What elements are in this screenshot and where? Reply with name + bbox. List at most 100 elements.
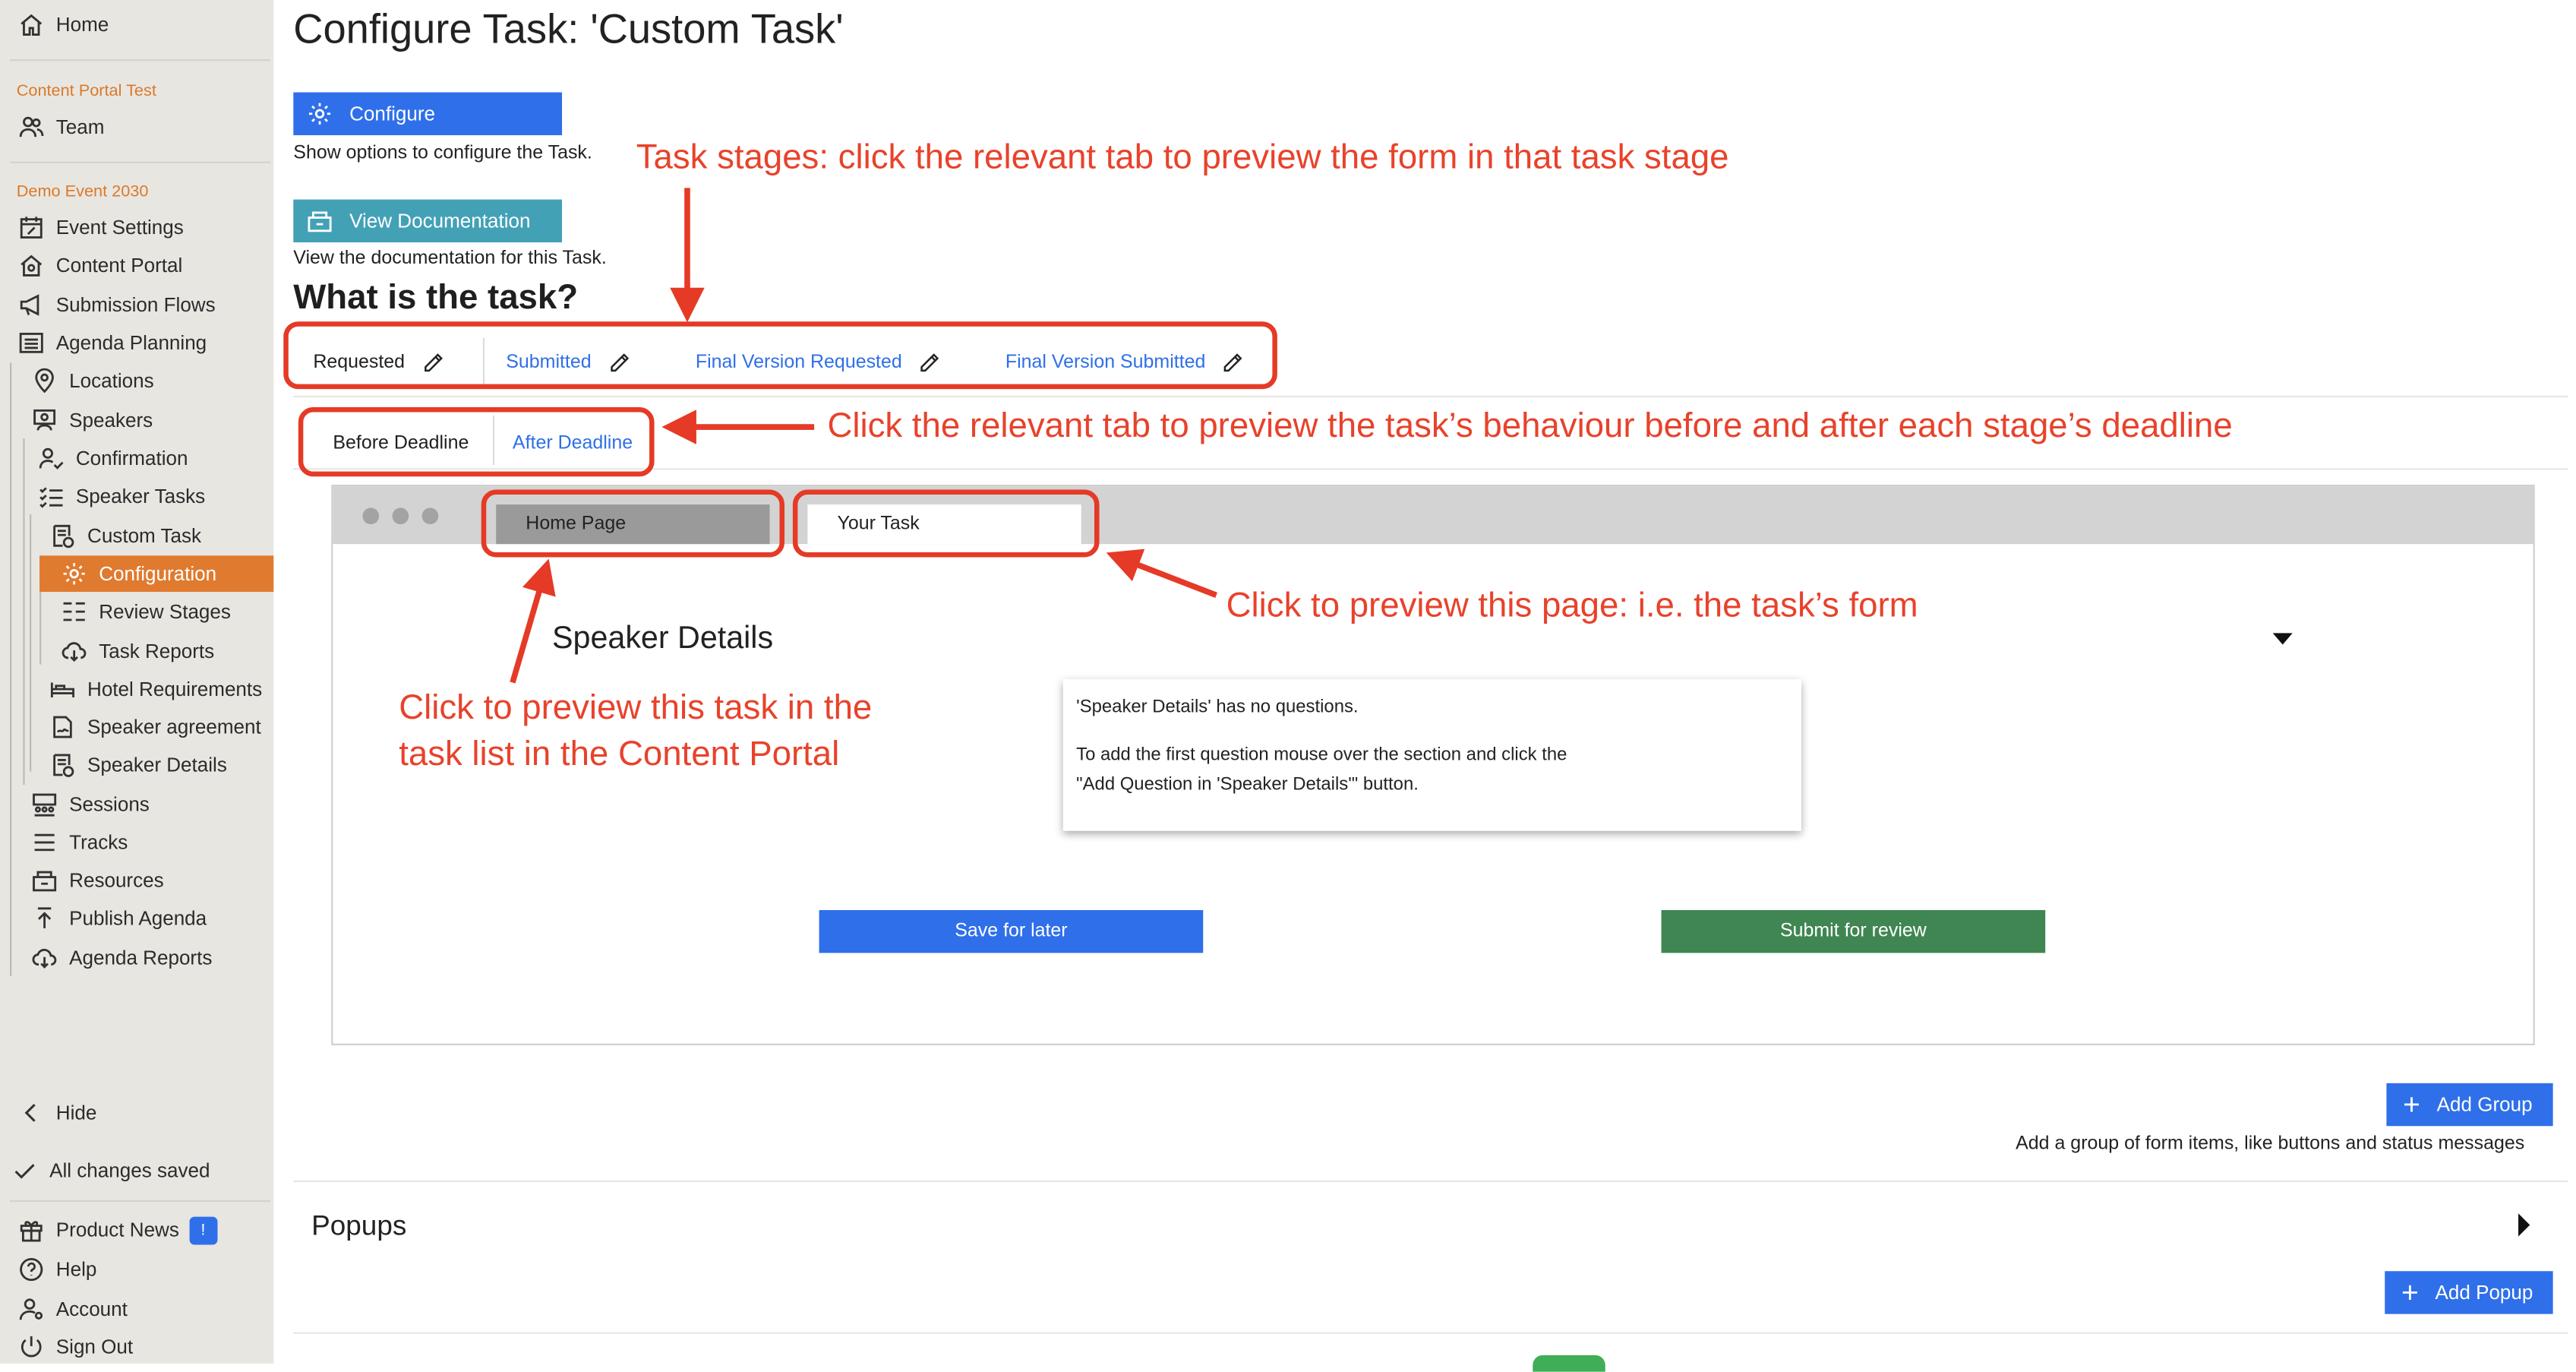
- tracks-icon: [30, 830, 59, 856]
- sidebar-item-configuration[interactable]: Configuration: [59, 558, 216, 590]
- calendar-edit-icon: [17, 214, 46, 241]
- sidebar-divider: [10, 59, 270, 62]
- collapse-caret-icon[interactable]: [2272, 633, 2293, 645]
- view-documentation-button[interactable]: View Documentation: [293, 199, 563, 243]
- annotation-box-your-task-tab: [792, 489, 1100, 558]
- speakers-icon: [30, 407, 59, 434]
- annotation-box-deadline-tabs: [298, 407, 655, 477]
- toggle-switch[interactable]: [1533, 1355, 1605, 1372]
- sidebar-item-agenda-planning[interactable]: Agenda Planning: [17, 327, 207, 359]
- expand-caret-icon[interactable]: [2518, 1213, 2530, 1237]
- window-dot: [392, 507, 409, 525]
- divider: [293, 395, 2568, 398]
- checkmark-icon: [10, 1157, 39, 1184]
- megaphone-icon: [17, 292, 46, 318]
- location-pin-icon: [30, 368, 59, 394]
- sidebar-item-label: Sign Out: [55, 1335, 134, 1359]
- sidebar-item-label: Hide: [55, 1101, 97, 1125]
- sidebar-item-task-reports[interactable]: Task Reports: [59, 635, 214, 668]
- sidebar-item-resources[interactable]: Resources: [30, 864, 164, 896]
- annotation-home-line1: Click to preview this task in the: [399, 689, 873, 728]
- sidebar-item-label: Review Stages: [99, 599, 231, 624]
- sidebar-item-publish-agenda[interactable]: Publish Agenda: [30, 902, 207, 934]
- annotation-task-stages: Task stages: click the relevant tab to p…: [636, 138, 1729, 177]
- sidebar-item-label: Speaker Details: [87, 753, 227, 777]
- resources-icon: [30, 868, 59, 894]
- save-for-later-button[interactable]: Save for later: [819, 909, 1204, 953]
- signature-icon: [48, 714, 77, 741]
- add-popup-button[interactable]: + Add Popup: [2385, 1271, 2553, 1314]
- portal-home-icon: [17, 252, 46, 279]
- tree-line: [30, 514, 32, 772]
- form-section-title: Speaker Details: [552, 621, 774, 656]
- documentation-icon: [308, 211, 332, 232]
- sidebar-item-speaker-details[interactable]: Speaker Details: [48, 748, 227, 781]
- annotation-home-line2: task list in the Content Portal: [399, 735, 840, 773]
- form-icon: [48, 523, 77, 549]
- hide-sidebar-button[interactable]: Hide: [17, 1096, 97, 1129]
- chevron-left-icon: [17, 1100, 46, 1127]
- sidebar-item-label: Publish Agenda: [69, 906, 207, 930]
- sidebar-item-review-stages[interactable]: Review Stages: [59, 595, 231, 628]
- sidebar-item-label: Account: [55, 1297, 128, 1321]
- sidebar-section-heading: Content Portal Test: [16, 82, 156, 101]
- sidebar-item-speaker-agreement[interactable]: Speaker agreement: [48, 710, 261, 743]
- page-title: Configure Task: 'Custom Task': [293, 6, 844, 53]
- annotation-box-home-tab: [481, 489, 785, 558]
- sidebar-item-help[interactable]: Help: [17, 1253, 96, 1285]
- sidebar-item-team[interactable]: Team: [17, 110, 105, 143]
- bed-icon: [48, 676, 77, 703]
- sidebar-item-sessions[interactable]: Sessions: [30, 788, 150, 820]
- sidebar-item-event-settings[interactable]: Event Settings: [17, 211, 184, 244]
- sidebar: Home Content Portal Test Team Demo Event…: [0, 0, 274, 1364]
- popups-heading: Popups: [311, 1209, 407, 1242]
- sidebar-item-agenda-reports[interactable]: Agenda Reports: [30, 941, 212, 974]
- sidebar-item-sign-out[interactable]: Sign Out: [17, 1330, 133, 1363]
- empty-message-line: To add the first question mouse over the…: [1076, 744, 1567, 765]
- save-status-label: All changes saved: [49, 1159, 210, 1183]
- sidebar-item-label: Content Portal: [55, 254, 183, 277]
- empty-message-line: "Add Question in 'Speaker Details'" butt…: [1076, 774, 1419, 795]
- list-icon: [17, 330, 46, 356]
- tree-line: [10, 362, 12, 976]
- sidebar-item-label: Hotel Requirements: [87, 677, 263, 701]
- sidebar-divider: [10, 161, 270, 163]
- save-status: All changes saved: [10, 1154, 210, 1187]
- annotation-box-stage-tabs: [283, 321, 1277, 390]
- sidebar-item-label: Team: [55, 115, 105, 139]
- view-documentation-label: View Documentation: [349, 209, 531, 232]
- sidebar-item-confirmation[interactable]: Confirmation: [36, 442, 188, 475]
- sidebar-item-hotel-requirements[interactable]: Hotel Requirements: [48, 672, 262, 705]
- add-group-button[interactable]: + Add Group: [2386, 1083, 2553, 1127]
- sidebar-item-account[interactable]: Account: [17, 1292, 128, 1325]
- sidebar-item-label: Resources: [69, 868, 164, 893]
- sidebar-item-locations[interactable]: Locations: [30, 365, 154, 397]
- tree-line: [23, 438, 25, 786]
- configure-button[interactable]: Configure: [293, 92, 563, 135]
- sidebar-item-custom-task[interactable]: Custom Task: [48, 520, 201, 552]
- cloud-download-icon: [59, 638, 89, 665]
- sidebar-item-speakers[interactable]: Speakers: [30, 404, 153, 437]
- divider: [293, 1332, 2568, 1334]
- review-icon: [59, 599, 89, 625]
- sidebar-item-content-portal[interactable]: Content Portal: [17, 249, 183, 282]
- sidebar-item-submission-flows[interactable]: Submission Flows: [17, 289, 216, 321]
- sidebar-item-home[interactable]: Home: [17, 8, 109, 41]
- submit-for-review-button[interactable]: Submit for review: [1661, 909, 2046, 953]
- annotation-your-task: Click to preview this page: i.e. the tas…: [1226, 586, 1918, 625]
- window-dot: [421, 507, 439, 525]
- sidebar-item-speaker-tasks[interactable]: Speaker Tasks: [36, 480, 205, 513]
- annotation-deadline: Click the relevant tab to preview the ta…: [827, 407, 2233, 445]
- sidebar-item-label: Task Reports: [99, 640, 215, 663]
- sidebar-item-tracks[interactable]: Tracks: [30, 826, 128, 858]
- sidebar-item-label: Speaker agreement: [87, 715, 261, 739]
- help-icon: [17, 1257, 46, 1283]
- plus-icon: +: [2401, 1276, 2419, 1310]
- sidebar-item-product-news[interactable]: Product News !: [17, 1213, 217, 1246]
- sidebar-item-label: Speakers: [69, 409, 153, 432]
- sessions-icon: [30, 792, 59, 818]
- sidebar-item-label: Submission Flows: [55, 293, 216, 317]
- gear-icon: [308, 103, 331, 125]
- sidebar-item-label: Confirmation: [75, 447, 188, 470]
- sidebar-item-label: Locations: [69, 369, 154, 393]
